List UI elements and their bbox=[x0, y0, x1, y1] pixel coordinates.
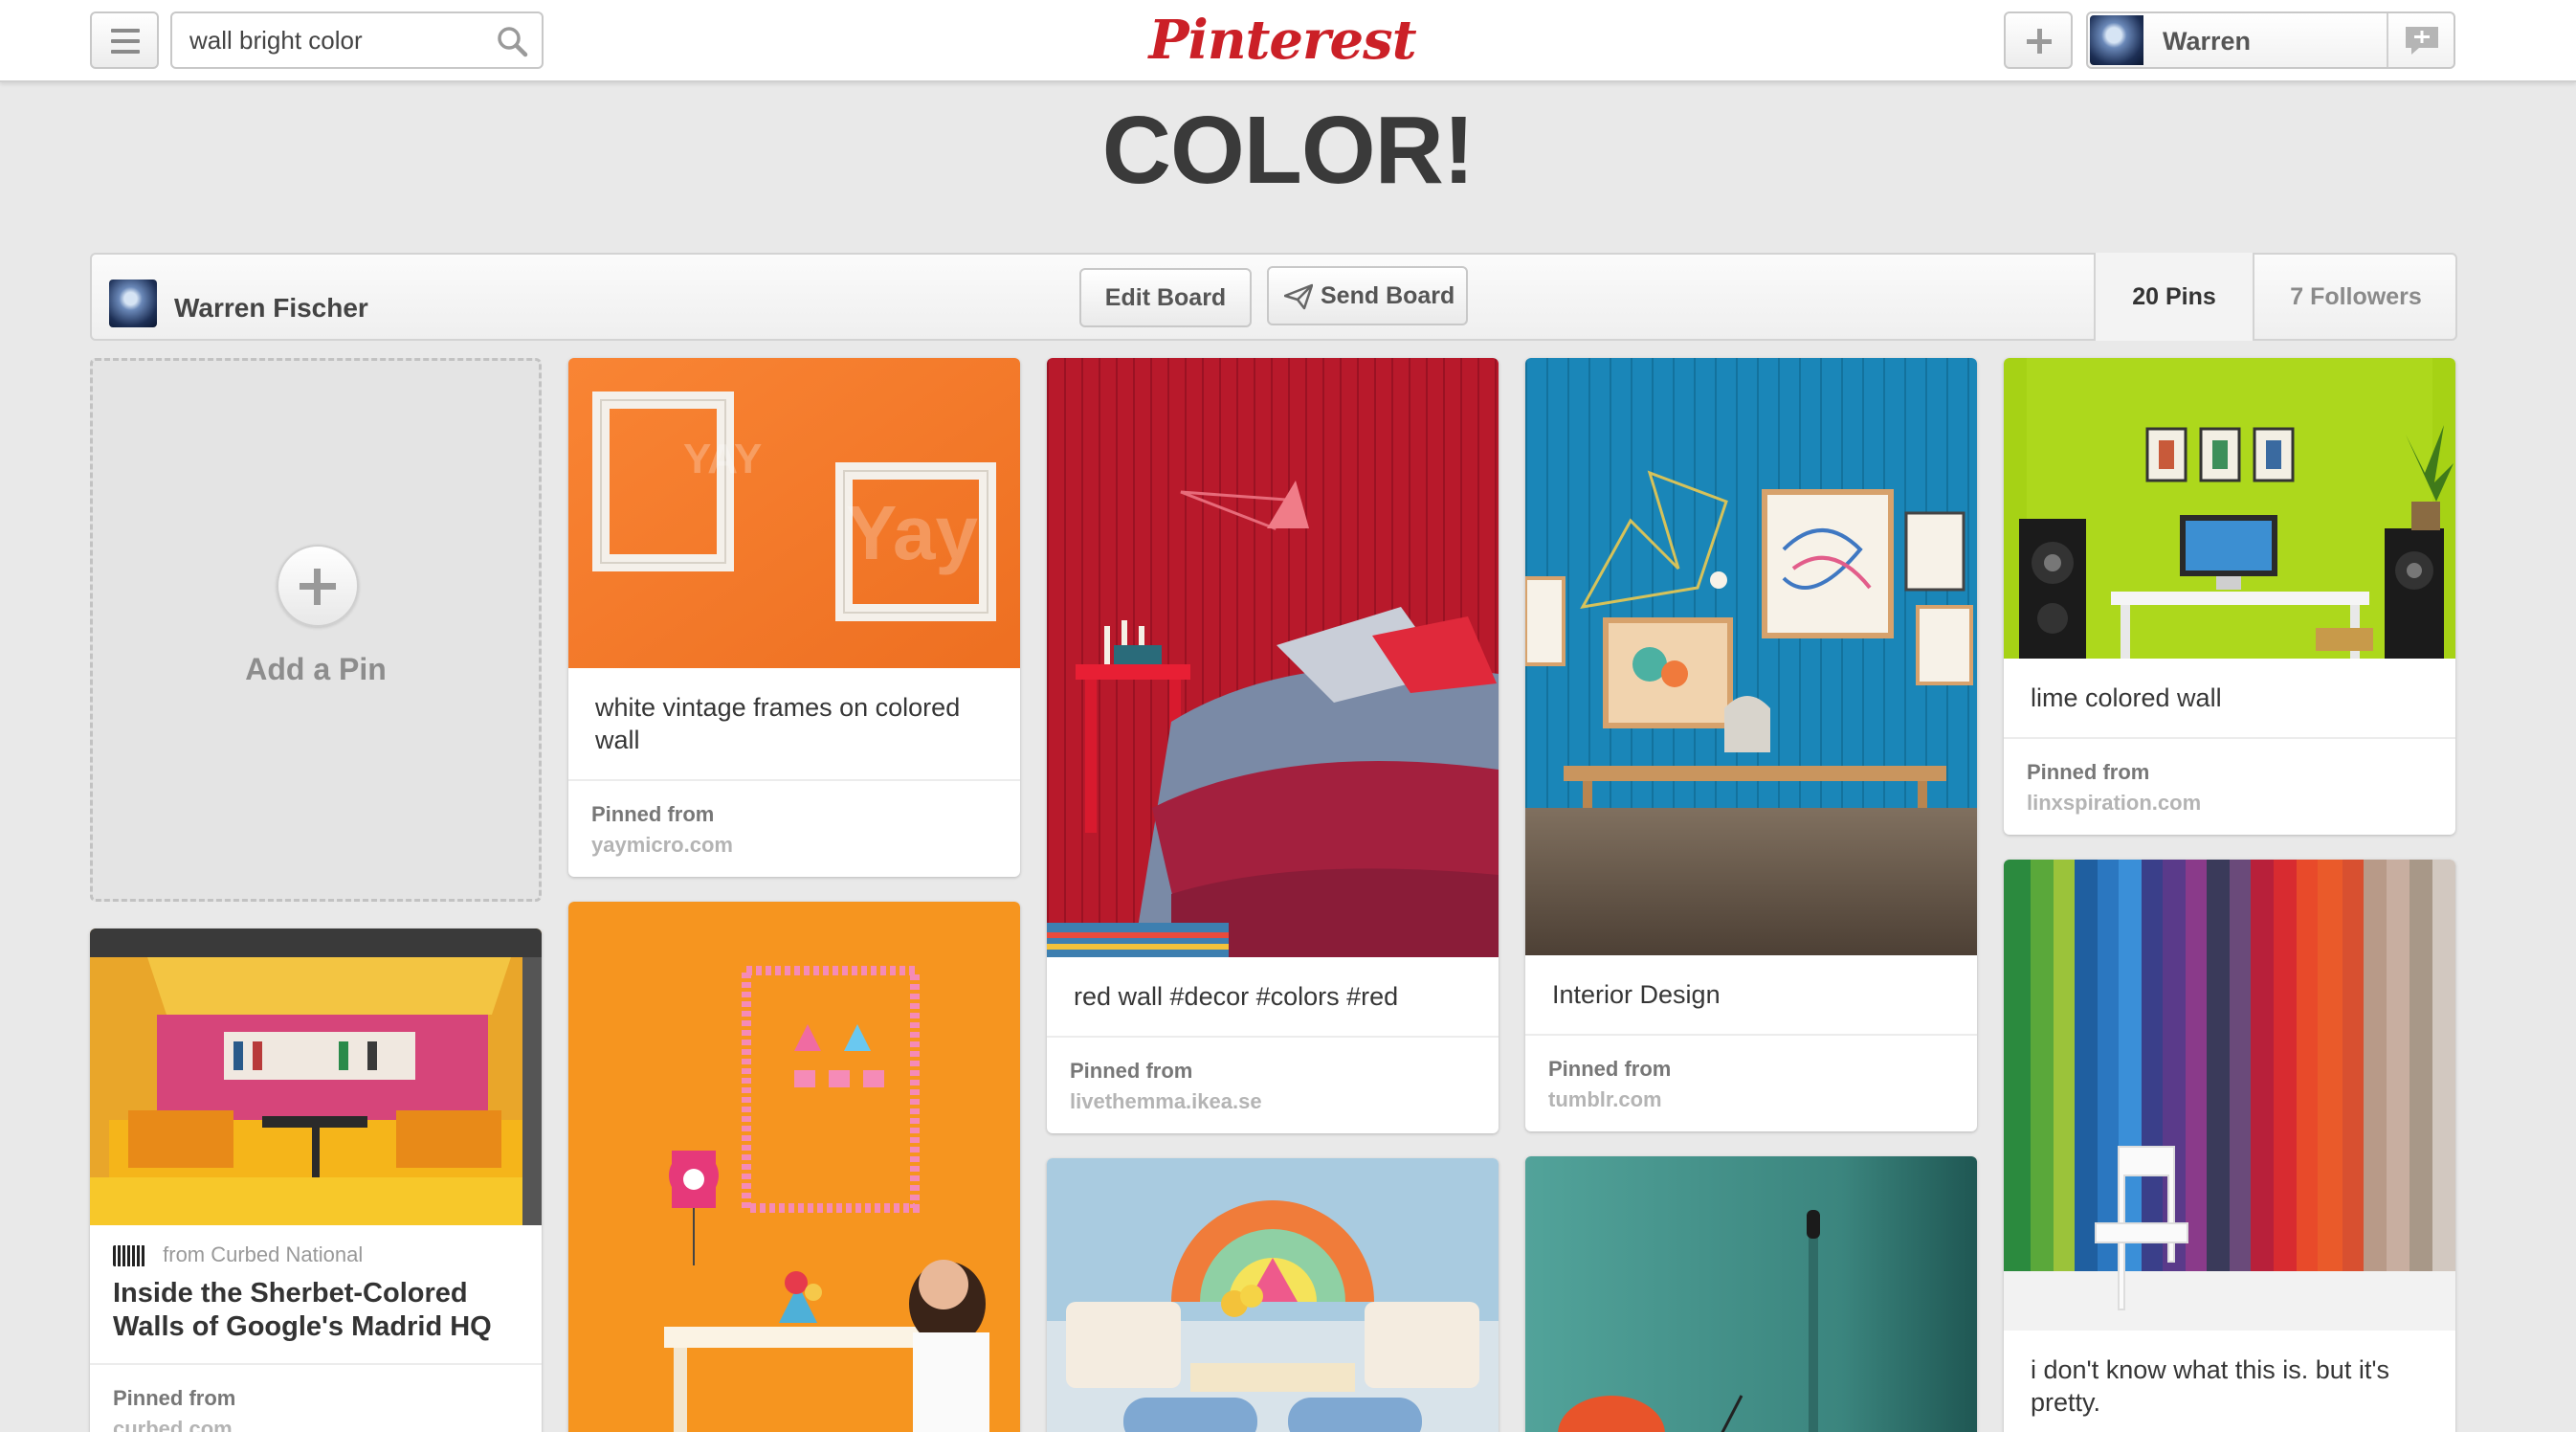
add-button[interactable] bbox=[2004, 11, 2073, 69]
source-domain[interactable]: livethemma.ikea.se bbox=[1070, 1089, 1476, 1114]
pinterest-logo[interactable]: Pinterest bbox=[1139, 4, 1426, 77]
add-pin-tile[interactable]: Add a Pin bbox=[90, 358, 542, 902]
pin-card[interactable]: i don't know what this is. but it's pret… bbox=[2004, 860, 2455, 1432]
send-board-label: Send Board bbox=[1321, 282, 1455, 309]
search-input[interactable] bbox=[189, 13, 477, 67]
pin-image[interactable] bbox=[1525, 358, 1977, 955]
pin-image[interactable] bbox=[1047, 358, 1499, 957]
pin-card[interactable] bbox=[1525, 1156, 1977, 1432]
send-board-button[interactable]: Send Board bbox=[1267, 266, 1468, 325]
pin-source[interactable]: Pinned from curbed.com bbox=[90, 1365, 542, 1432]
pinned-from-label: Pinned from bbox=[2027, 760, 2150, 784]
board-info-bar: Warren Fischer Edit Board Send Board 20 … bbox=[90, 253, 2457, 341]
pin-image[interactable]: YAY Yay bbox=[568, 358, 1020, 668]
menu-icon-bar bbox=[111, 29, 140, 33]
edit-board-button[interactable]: Edit Board bbox=[1079, 268, 1252, 327]
pin-via[interactable]: from Curbed National bbox=[90, 1225, 542, 1273]
via-source-label: from Curbed National bbox=[163, 1242, 364, 1266]
pin-image[interactable] bbox=[1047, 1158, 1499, 1432]
followers-count-tab[interactable]: 7 Followers bbox=[2253, 253, 2457, 341]
pin-description: lime colored wall bbox=[2004, 659, 2455, 739]
pin-image[interactable] bbox=[568, 902, 1020, 1432]
top-navbar: Pinterest Warren bbox=[0, 0, 2576, 82]
svg-text:YAY: YAY bbox=[683, 436, 762, 482]
plus-icon-stroke bbox=[314, 569, 321, 605]
pin-card[interactable]: lime colored wall Pinned from linxspirat… bbox=[2004, 358, 2455, 835]
pins-count-tab[interactable]: 20 Pins bbox=[2094, 253, 2253, 341]
pin-article-title[interactable]: Inside the Sherbet-Colored Walls of Goog… bbox=[90, 1273, 542, 1365]
pin-source[interactable]: Pinned from livethemma.ikea.se bbox=[1047, 1038, 1499, 1133]
pin-image[interactable] bbox=[2004, 860, 2455, 1331]
svg-text:Yay: Yay bbox=[846, 490, 978, 575]
pin-card[interactable]: from Curbed National Inside the Sherbet-… bbox=[90, 929, 542, 1432]
search-box[interactable] bbox=[170, 11, 544, 69]
add-pin-label: Add a Pin bbox=[245, 652, 387, 686]
add-pin-button[interactable] bbox=[277, 545, 359, 627]
menu-icon-bar bbox=[111, 50, 140, 54]
board-title: COLOR! bbox=[1101, 97, 1475, 204]
pinned-from-label: Pinned from bbox=[113, 1386, 236, 1410]
pin-source[interactable]: Pinned from tumblr.com bbox=[1525, 1036, 1977, 1131]
search-icon[interactable] bbox=[496, 25, 528, 57]
curbed-logo-icon bbox=[113, 1245, 145, 1267]
plus-icon-stroke bbox=[2037, 29, 2042, 54]
pin-description: red wall #decor #colors #red bbox=[1047, 957, 1499, 1038]
avatar[interactable] bbox=[109, 280, 157, 327]
source-domain[interactable]: curbed.com bbox=[113, 1417, 519, 1432]
pin-image[interactable] bbox=[90, 929, 542, 1225]
pin-image[interactable] bbox=[2004, 358, 2455, 659]
source-domain[interactable]: tumblr.com bbox=[1548, 1087, 1954, 1112]
user-menu-button[interactable]: Warren bbox=[2086, 11, 2455, 69]
pin-source[interactable]: Pinned from yaymicro.com bbox=[568, 781, 1020, 877]
pin-image[interactable] bbox=[1525, 1156, 1977, 1432]
pin-card[interactable] bbox=[568, 902, 1020, 1432]
pin-source[interactable]: Pinned from linxspiration.com bbox=[2004, 739, 2455, 835]
user-name: Warren bbox=[2163, 27, 2252, 56]
source-domain[interactable]: yaymicro.com bbox=[591, 833, 997, 858]
pinned-from-label: Pinned from bbox=[1548, 1057, 1672, 1081]
notifications-button[interactable] bbox=[2387, 13, 2454, 67]
send-icon bbox=[1284, 283, 1313, 310]
pin-description: white vintage frames on colored wall bbox=[568, 668, 1020, 781]
pin-card[interactable] bbox=[1047, 1158, 1499, 1432]
pinned-from-label: Pinned from bbox=[591, 802, 715, 826]
pin-card[interactable]: Interior Design Pinned from tumblr.com bbox=[1525, 358, 1977, 1131]
avatar bbox=[2090, 15, 2143, 65]
menu-icon-bar bbox=[111, 39, 140, 43]
source-domain[interactable]: linxspiration.com bbox=[2027, 791, 2432, 816]
pinned-from-label: Pinned from bbox=[1070, 1059, 1193, 1083]
board-owner-name[interactable]: Warren Fischer bbox=[174, 293, 368, 324]
pin-description: Interior Design bbox=[1525, 955, 1977, 1036]
notifications-icon bbox=[2406, 27, 2438, 55]
pin-card[interactable]: YAY Yay white vintage frames on colored … bbox=[568, 358, 1020, 877]
pin-description: i don't know what this is. but it's pret… bbox=[2004, 1331, 2455, 1432]
pin-card[interactable]: red wall #decor #colors #red Pinned from… bbox=[1047, 358, 1499, 1133]
menu-button[interactable] bbox=[90, 11, 159, 69]
